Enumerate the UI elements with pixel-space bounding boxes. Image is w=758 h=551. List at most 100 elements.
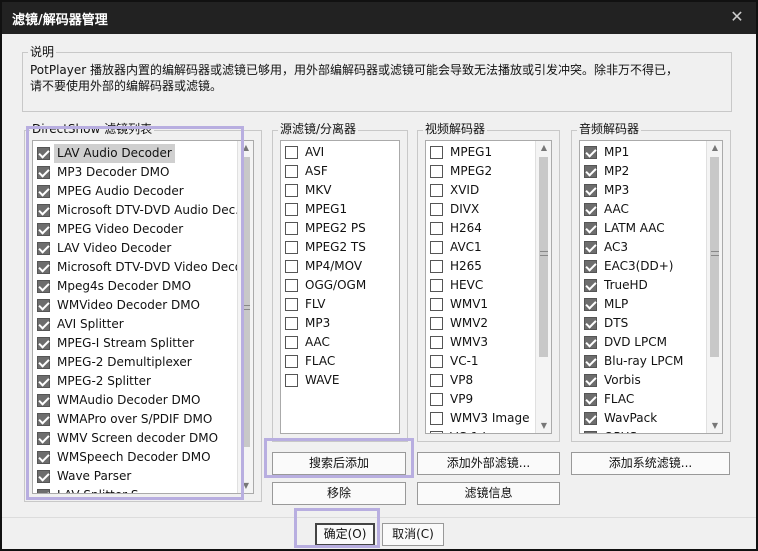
video-decoder-list[interactable]: VC-1 Image WMV3 Image VP9 VP8 VC-1 WMV3 WMV2 WM… [425,140,552,434]
checkbox[interactable] [37,299,50,312]
checkbox[interactable] [37,432,50,445]
checkbox[interactable] [430,279,443,292]
checkbox[interactable] [285,298,298,311]
checkbox[interactable] [285,203,298,216]
checkbox[interactable] [584,260,597,273]
checkbox[interactable] [584,298,597,311]
checkbox[interactable] [584,279,597,292]
splitter-list[interactable]: WAVE FLAC AAC MP3 FLV OGG/OGM MP4/MOV MPEG2 TS M… [280,140,400,434]
checkbox[interactable] [285,184,298,197]
checkbox[interactable] [285,241,298,254]
list-item-label: MPEG Audio Decoder [57,184,184,198]
checkbox[interactable] [430,431,443,433]
splitters-label: 源滤镜/分离器 [278,122,359,136]
checkbox[interactable] [584,431,597,433]
scroll-up-arrow-icon[interactable]: ▲ [536,141,551,155]
checkbox[interactable] [430,260,443,273]
checkbox[interactable] [285,260,298,273]
audio-decoder-list[interactable]: OPUS WavPack FLAC Vorbis Blu-ray LPCM DVD LPC… [579,140,723,434]
checkbox[interactable] [430,374,443,387]
checkbox[interactable] [285,279,298,292]
add-external-filter-button[interactable]: 添加外部滤镜... [417,452,560,475]
checkbox[interactable] [430,203,443,216]
list-item-label: WMAPro over S/PDIF DMO [57,412,213,426]
checkbox[interactable] [430,355,443,368]
list-item-label: LAV Audio Decoder [54,144,175,163]
checkbox[interactable] [285,317,298,330]
checkbox[interactable] [430,393,443,406]
checkbox[interactable] [430,412,443,425]
checkbox[interactable] [37,318,50,331]
checkbox[interactable] [37,261,50,274]
checkbox[interactable] [37,470,50,483]
scrollbar-grip-icon [540,251,548,256]
directshow-scrollbar[interactable]: ▲ ▼ [237,141,253,493]
directshow-filter-list[interactable]: LAV Splitter S... Wave Parser WMSpeech Dec… [32,140,254,494]
scrollbar-thumb[interactable] [539,157,548,357]
checkbox[interactable] [584,241,597,254]
checkbox[interactable] [584,336,597,349]
filter-info-button[interactable]: 滤镜信息 [417,482,560,505]
ok-button[interactable]: 确定(O) [315,523,375,546]
checkbox[interactable] [584,412,597,425]
list-item-label: WMVideo Decoder DMO [57,298,201,312]
list-item-label: OGG/OGM [305,278,367,292]
list-item-label: FLAC [604,392,635,406]
checkbox[interactable] [430,165,443,178]
search-add-button[interactable]: 搜索后添加 [272,452,406,475]
checkbox[interactable] [285,146,298,159]
checkbox[interactable] [37,166,50,179]
checkbox[interactable] [37,242,50,255]
checkbox[interactable] [584,184,597,197]
checkbox[interactable] [37,356,50,369]
scroll-up-arrow-icon[interactable]: ▲ [238,141,253,155]
list-item-label: DTS [604,316,629,330]
remove-button[interactable]: 移除 [272,482,406,505]
list-item-label: MP4/MOV [305,259,363,273]
checkbox[interactable] [584,317,597,330]
checkbox[interactable] [430,317,443,330]
list-item-label: MPEG Video Decoder [57,222,184,236]
checkbox[interactable] [37,413,50,426]
checkbox[interactable] [430,241,443,254]
cancel-button[interactable]: 取消(C) [382,523,444,546]
scrollbar-thumb[interactable] [710,157,719,357]
checkbox[interactable] [285,165,298,178]
audio-decoder-scrollbar[interactable]: ▲ ▼ [706,141,722,433]
scroll-down-arrow-icon[interactable]: ▼ [536,419,551,433]
checkbox[interactable] [37,489,50,493]
checkbox[interactable] [584,222,597,235]
checkbox[interactable] [430,184,443,197]
checkbox[interactable] [584,165,597,178]
checkbox[interactable] [37,337,50,350]
checkbox[interactable] [285,355,298,368]
add-system-filter-button[interactable]: 添加系统滤镜... [571,452,730,475]
checkbox[interactable] [37,375,50,388]
scroll-up-arrow-icon[interactable]: ▲ [707,141,722,155]
checkbox[interactable] [37,223,50,236]
checkbox[interactable] [584,393,597,406]
checkbox[interactable] [584,374,597,387]
checkbox[interactable] [37,204,50,217]
video-decoder-scrollbar[interactable]: ▲ ▼ [535,141,551,433]
checkbox[interactable] [37,394,50,407]
checkbox[interactable] [584,203,597,216]
checkbox[interactable] [37,280,50,293]
checkbox[interactable] [430,222,443,235]
checkbox[interactable] [37,185,50,198]
checkbox[interactable] [430,146,443,159]
close-icon[interactable]: ✕ [726,6,748,28]
checkbox[interactable] [430,298,443,311]
scroll-down-arrow-icon[interactable]: ▼ [238,479,253,493]
checkbox[interactable] [430,336,443,349]
checkbox[interactable] [37,147,50,160]
checkbox[interactable] [37,451,50,464]
checkbox[interactable] [584,355,597,368]
checkbox[interactable] [584,146,597,159]
checkbox[interactable] [285,336,298,349]
list-item-label: VP9 [450,392,474,406]
scrollbar-thumb[interactable] [241,157,250,447]
checkbox[interactable] [285,374,298,387]
checkbox[interactable] [285,222,298,235]
scroll-down-arrow-icon[interactable]: ▼ [707,419,722,433]
